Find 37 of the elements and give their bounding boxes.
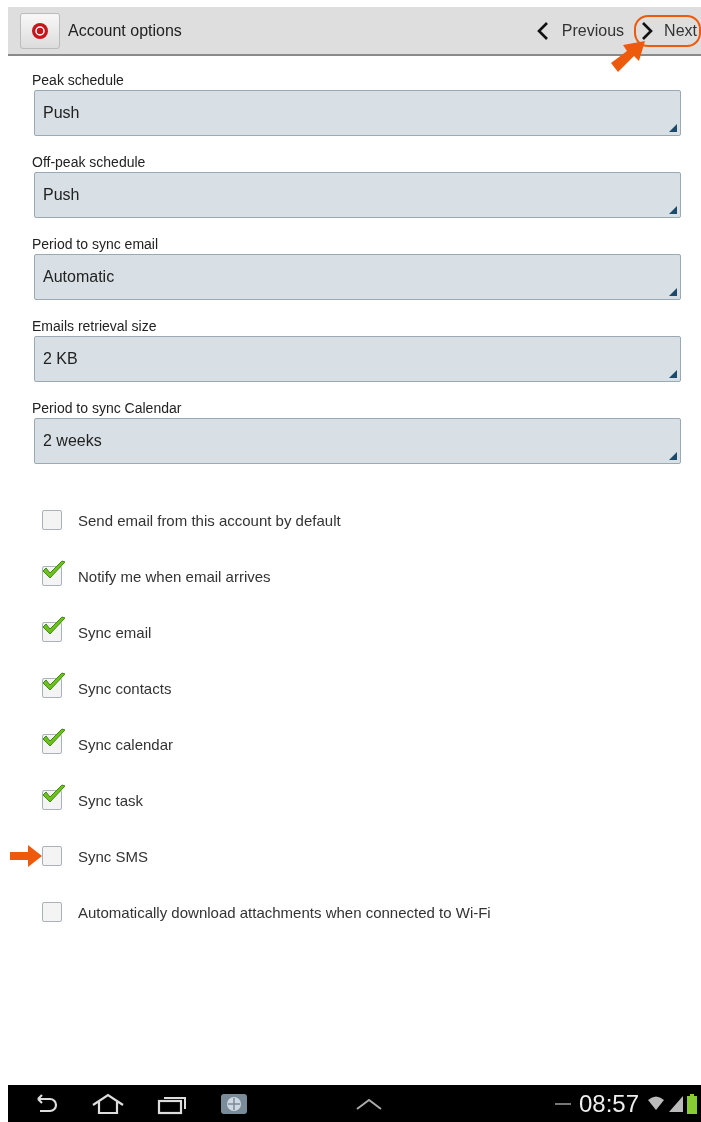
checkbox[interactable] <box>41 727 68 755</box>
checkbox[interactable] <box>41 559 68 587</box>
checkbox-label: Sync calendar <box>78 735 174 753</box>
checkbox[interactable] <box>41 671 68 699</box>
field-label: Off-peak schedule <box>32 153 147 172</box>
dropdown[interactable]: Push <box>34 90 681 136</box>
dropdown[interactable]: Automatic <box>34 254 681 300</box>
dropdown[interactable]: Push <box>34 172 681 218</box>
checkbox[interactable] <box>41 615 68 643</box>
dropdown[interactable]: 2 KB <box>34 336 681 382</box>
field-label: Emails retrieval size <box>32 317 158 336</box>
window-title: Account options <box>68 21 182 40</box>
previous-button[interactable]: Previous <box>527 14 633 47</box>
checkbox-label: Sync contacts <box>78 679 172 697</box>
corner-triangle-icon <box>669 206 677 214</box>
corner-triangle-icon <box>669 288 677 296</box>
clock: 08:57 <box>578 1089 639 1118</box>
dropdown[interactable]: 2 weeks <box>34 418 681 464</box>
field-label: Peak schedule <box>32 71 125 90</box>
signal-icon <box>669 1095 683 1112</box>
home-icon[interactable] <box>90 1092 126 1115</box>
chevron-left-icon <box>535 20 550 41</box>
checkbox-label: Notify me when email arrives <box>78 567 271 585</box>
mail-icon <box>20 12 60 49</box>
battery-icon <box>687 1093 697 1114</box>
corner-triangle-icon <box>669 124 677 132</box>
checkbox[interactable] <box>41 783 68 811</box>
checkbox-label: Sync email <box>78 623 152 641</box>
corner-triangle-icon <box>669 370 677 378</box>
checkbox-label: Send email from this account by default <box>78 511 341 529</box>
chevron-right-icon <box>640 20 655 41</box>
corner-triangle-icon <box>669 452 677 460</box>
field-label: Period to sync Calendar <box>32 399 183 418</box>
checkbox-label: Automatically download attachments when connected to Wi-Fi <box>78 903 491 921</box>
checkbox-label: Sync task <box>78 791 144 809</box>
field-label: Period to sync email <box>32 235 160 254</box>
checkbox-label: Sync SMS <box>78 847 149 865</box>
